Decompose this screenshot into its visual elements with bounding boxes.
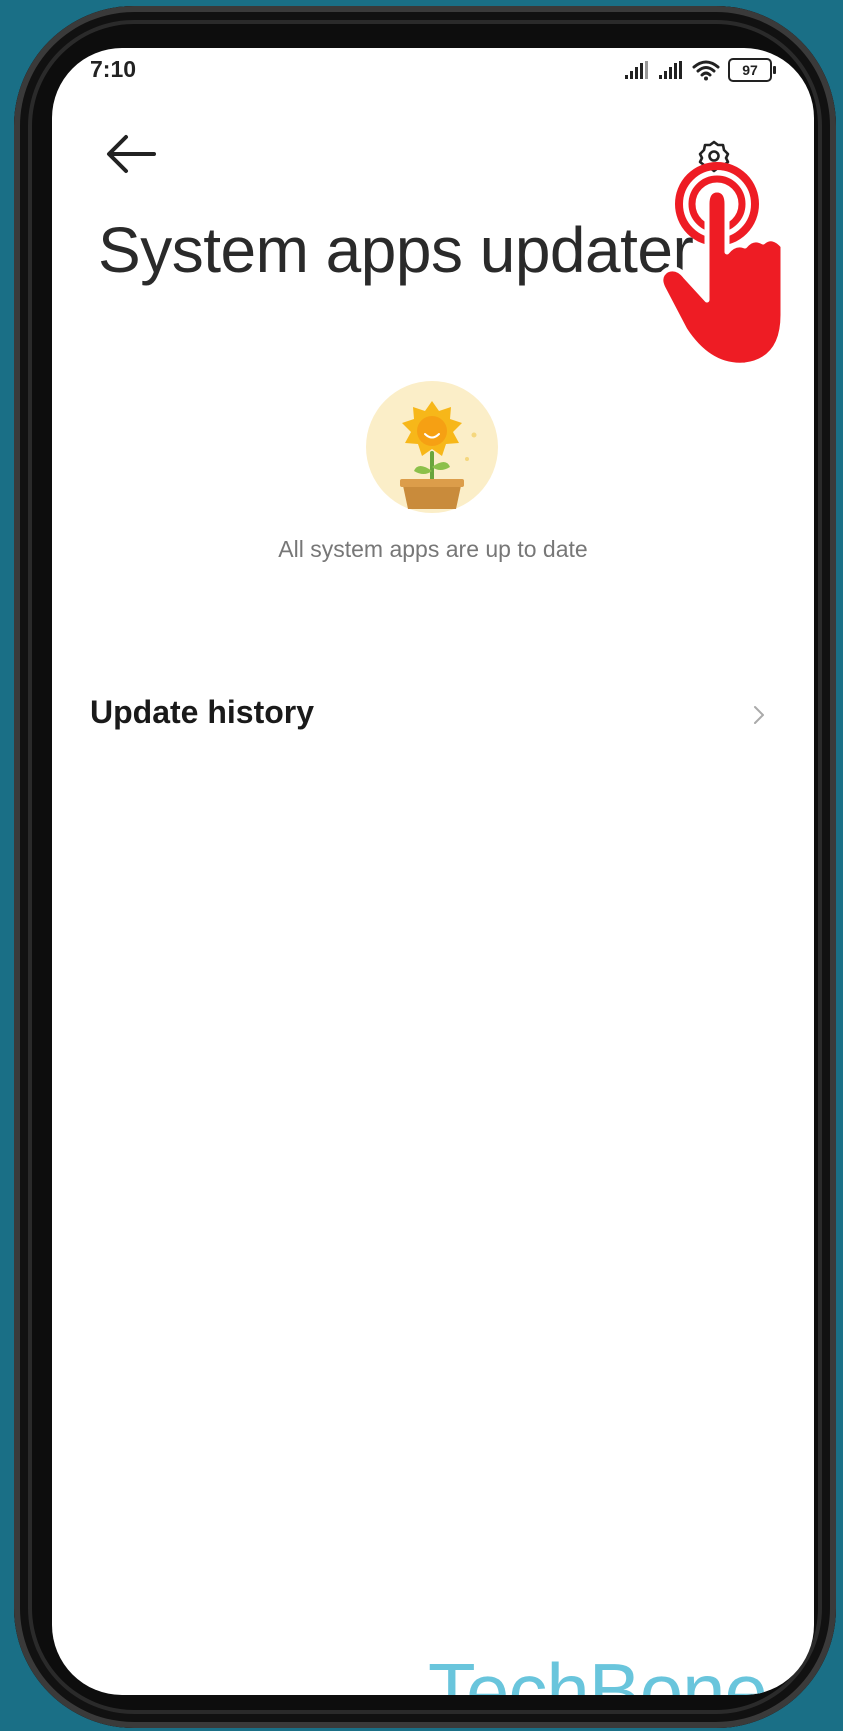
wifi-icon: [692, 60, 720, 81]
arrow-left-icon: [107, 135, 156, 173]
chevron-right-icon: [754, 706, 764, 724]
status-time: 7:10: [90, 56, 137, 82]
update-history-label: Update history: [90, 694, 315, 730]
page-title: System apps updater: [98, 214, 694, 286]
status-icons: 97: [624, 58, 776, 82]
phone-screen: 7:10 97 System apps updater All system a…: [52, 48, 814, 1695]
battery-level: 97: [742, 62, 758, 78]
gear-icon: [698, 140, 730, 173]
sunflower-pot-icon: [366, 381, 498, 513]
status-bar: 7:10 97: [52, 48, 814, 92]
watermark: TechBone: [428, 1647, 768, 1695]
battery-icon: 97: [728, 58, 776, 82]
signal-icon: [659, 61, 682, 79]
update-history-row[interactable]: Update history: [52, 682, 814, 764]
back-button[interactable]: [100, 126, 162, 182]
settings-button[interactable]: [686, 128, 742, 184]
status-message: All system apps are up to date: [278, 536, 588, 562]
signal-icon: [625, 61, 648, 79]
